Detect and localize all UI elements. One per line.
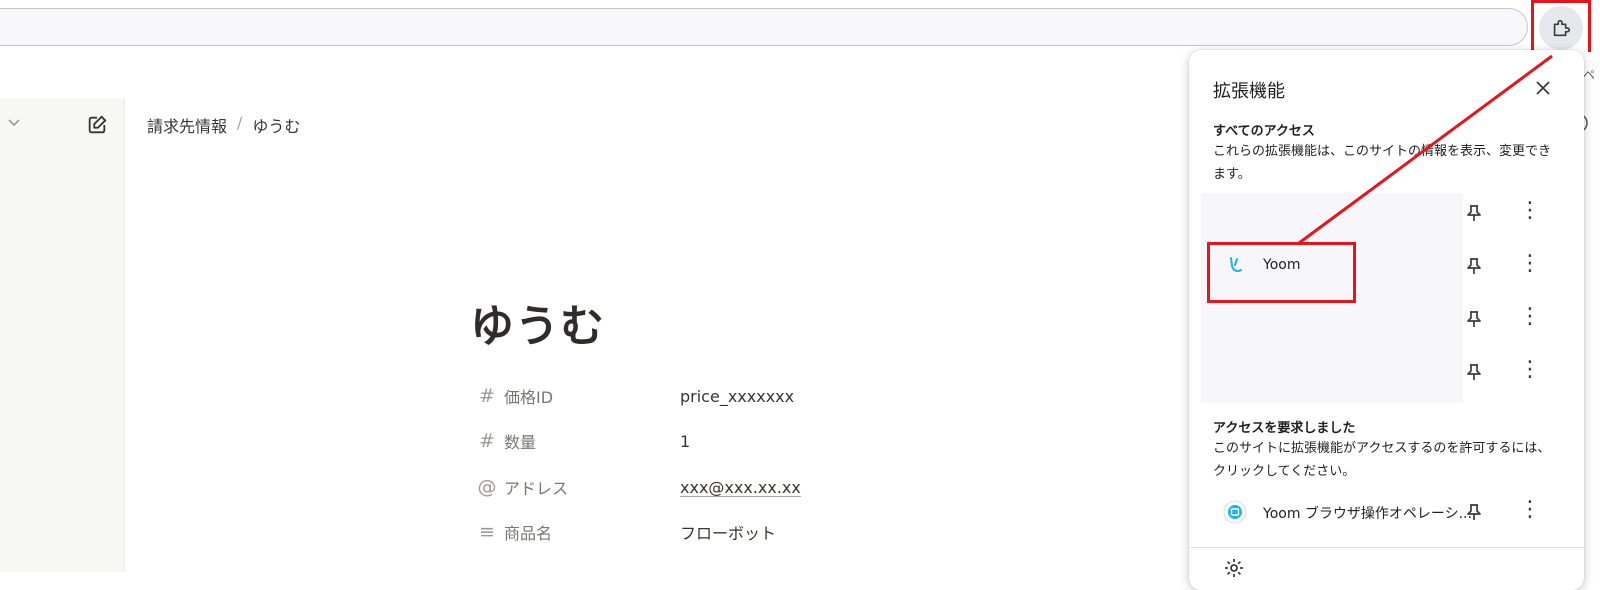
new-page-icon[interactable] [86,114,108,136]
property-row-address[interactable]: @ アドレス xxx@xxx.xx.xx [476,475,801,499]
extension-name[interactable]: Yoom ブラウザ操作オペレーシ... [1263,503,1472,523]
browser-toolbar [0,0,1600,52]
text-icon: ≡ [479,521,495,543]
highlight-box-extensions [1531,0,1591,56]
app-sidebar [0,98,125,572]
extension-row-yoom-browser[interactable]: Yoom ブラウザ操作オペレーシ... ⋮ [1189,489,1584,535]
more-vert-icon[interactable]: ⋮ [1519,253,1541,277]
extension-row[interactable]: ⋮ [1189,349,1584,395]
property-value-email[interactable]: xxx@xxx.xx.xx [680,478,801,497]
property-name: 数量 [504,433,537,452]
at-icon: @ [477,476,497,498]
gear-icon[interactable] [1223,557,1245,579]
property-name: アドレス [504,479,569,498]
property-row-price-id[interactable]: # 価格ID price_xxxxxxx [476,384,794,408]
property-value[interactable]: 1 [680,432,690,451]
bookmark-item[interactable]: ペ [1583,66,1595,83]
extensions-panel: 拡張機能 すべてのアクセス これらの拡張機能は、このサイトの情報を表示、変更でき… [1189,50,1584,590]
more-vert-icon[interactable]: ⋮ [1519,306,1541,330]
property-row-quantity[interactable]: # 数量 1 [476,429,690,453]
section-desc-all-access: これらの拡張機能は、このサイトの情報を表示、変更できます。 [1213,144,1552,182]
more-vert-icon[interactable]: ⋮ [1519,200,1541,224]
breadcrumb: 請求先情報 / ゆうむ [147,113,300,137]
property-value[interactable]: フローボット [680,520,776,544]
pin-icon[interactable] [1464,256,1484,276]
breadcrumb-parent[interactable]: 請求先情報 [147,113,227,137]
section-desc-requested: このサイトに拡張機能がアクセスするのを許可するには、クリックしてください。 [1213,441,1551,479]
pin-icon[interactable] [1464,502,1484,522]
section-title-all-access: すべてのアクセス [1213,124,1315,139]
divider [1189,547,1584,548]
property-row-product-name[interactable]: ≡ 商品名 フローボット [476,520,776,544]
yoom-browser-logo-icon [1223,500,1247,524]
number-icon: # [479,430,495,452]
more-vert-icon[interactable]: ⋮ [1519,499,1541,523]
highlight-box-yoom [1207,242,1356,303]
pin-icon[interactable] [1464,203,1484,223]
chevron-down-icon[interactable] [6,114,22,130]
breadcrumb-separator: / [237,113,243,132]
property-value[interactable]: price_xxxxxxx [680,387,794,406]
breadcrumb-current[interactable]: ゆうむ [252,113,300,137]
address-bar[interactable] [0,8,1528,46]
more-vert-icon[interactable]: ⋮ [1519,359,1541,383]
property-name: 商品名 [504,524,553,543]
number-icon: # [479,385,495,407]
panel-title: 拡張機能 [1213,81,1285,102]
close-icon[interactable] [1532,77,1554,99]
extension-row[interactable]: ⋮ [1189,190,1584,236]
pin-icon[interactable] [1464,309,1484,329]
section-title-requested: アクセスを要求しました [1213,421,1356,436]
page-title[interactable]: ゆうむ [470,290,605,354]
property-name: 価格ID [504,388,554,407]
pin-icon[interactable] [1464,362,1484,382]
